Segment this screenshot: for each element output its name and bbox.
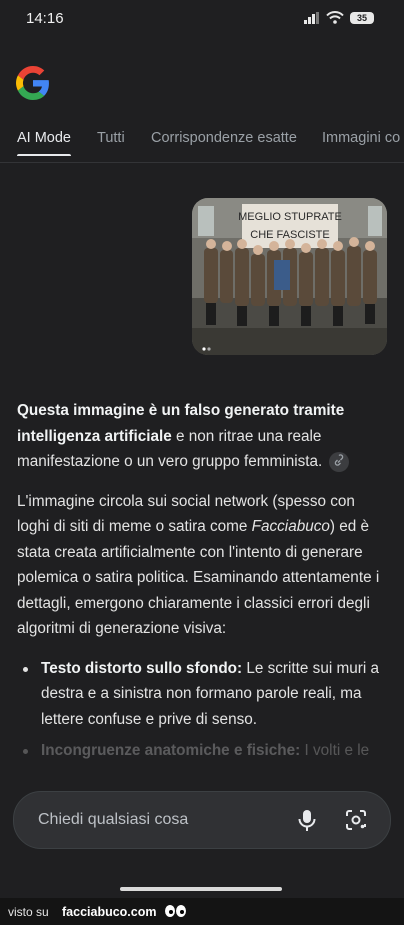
watermark-prefix: visto su (8, 905, 49, 919)
result-image[interactable]: MEGLIO STUPRATE CHE FASCISTE (192, 198, 387, 355)
status-bar: 14:16 35 (0, 0, 404, 36)
facciabuco-mention: Facciabuco (251, 518, 330, 535)
status-time: 14:16 (26, 10, 64, 27)
google-logo (16, 66, 49, 100)
tab-tutti[interactable]: Tutti (97, 130, 125, 146)
ask-input[interactable]: Chiedi qualsiasi cosa (13, 791, 391, 849)
watermark-bar: visto su facciabuco.com (0, 898, 404, 925)
error-list: Testo distorto sullo sfondo: Le scritte … (17, 656, 387, 764)
active-tab-indicator (17, 154, 71, 156)
answer-paragraph-2: L'immagine circola sui social network (s… (17, 492, 380, 638)
ask-placeholder: Chiedi qualsiasi cosa (38, 811, 189, 828)
bullet-icon (23, 666, 28, 672)
svg-text:facciabuco.com: facciabuco.com (62, 905, 156, 919)
list-item: Incongruenze anatomiche e fisiche: I vol… (17, 738, 387, 764)
status-icons: 35 (304, 11, 374, 24)
eyes-icon (165, 905, 186, 917)
tab-corrispondenze-esatte[interactable]: Corrispondenze esatte (151, 130, 297, 146)
ai-answer: Questa immagine è un falso generato tram… (17, 398, 387, 770)
answer-paragraph-1: Questa immagine è un falso generato tram… (17, 398, 387, 475)
google-lens-icon[interactable] (344, 808, 368, 832)
tab-immagini[interactable]: Immagini co (322, 130, 400, 146)
source-link-icon[interactable] (328, 451, 349, 472)
image-dots-icon (202, 347, 211, 351)
mic-icon[interactable] (296, 808, 318, 832)
search-tabs: AI Mode Tutti Corrispondenze esatte Imma… (0, 126, 404, 156)
battery-icon: 35 (350, 11, 374, 24)
list-item: Testo distorto sullo sfondo: Le scritte … (17, 656, 387, 733)
tabs-divider (0, 162, 404, 163)
facciabuco-logo: facciabuco.com (62, 905, 186, 919)
tab-ai-mode[interactable]: AI Mode (17, 130, 71, 146)
gesture-nav-handle[interactable] (120, 887, 282, 891)
protest-photo: MEGLIO STUPRATE CHE FASCISTE (192, 198, 387, 355)
wifi-icon (326, 11, 344, 24)
bullet-icon (23, 749, 28, 754)
signal-icon (304, 11, 319, 24)
svg-text:MEGLIO STUPRATE: MEGLIO STUPRATE (238, 211, 342, 223)
